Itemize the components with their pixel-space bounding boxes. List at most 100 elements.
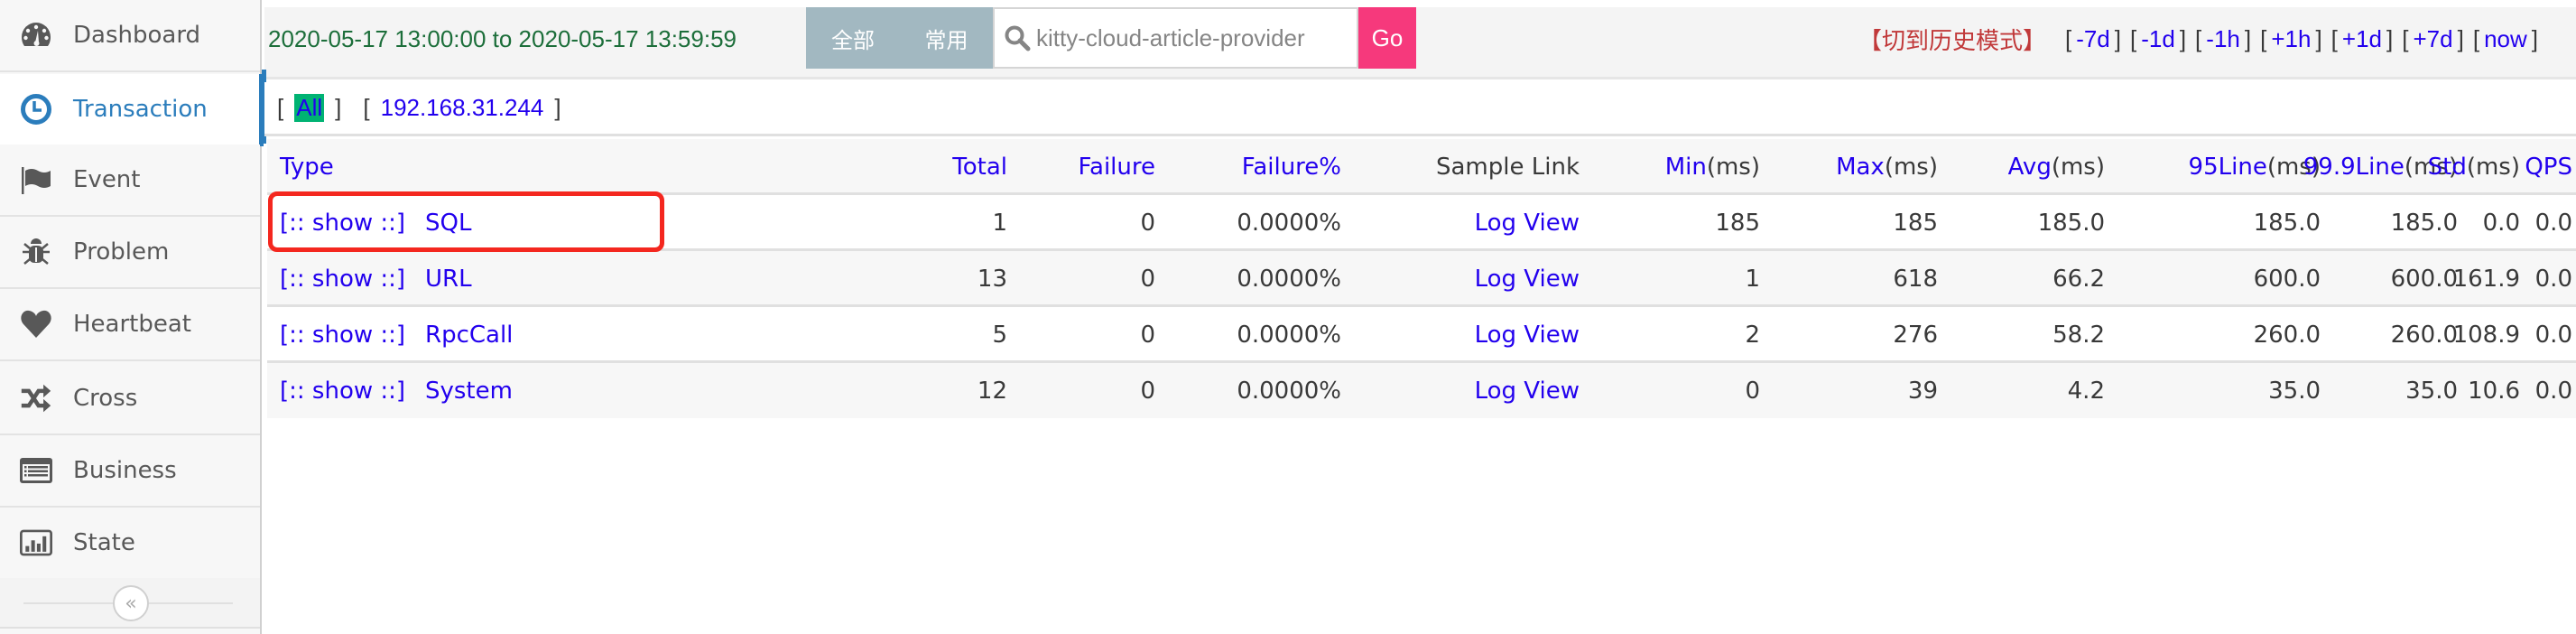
cell-failure: 0 (1140, 266, 1155, 293)
time-link-plus-1h[interactable]: +1h (2271, 25, 2311, 53)
cell-avg: 4.2 (2067, 378, 2105, 405)
cell-min: 1 (1745, 266, 1760, 293)
header-avg-unit: (ms) (2051, 154, 2105, 181)
double-chevron-left-icon: « (125, 592, 137, 615)
cell-failure-pct: 0.0000% (1237, 378, 1341, 405)
sidebar-item-heartbeat[interactable]: Heartbeat (0, 289, 260, 361)
sidebar-item-problem[interactable]: Problem (0, 217, 260, 289)
sidebar-collapse-bar: « (0, 578, 260, 629)
time-link-minus-1d[interactable]: -1d (2141, 25, 2175, 53)
table-row: [:: show ::] RpcCall Log View 5 0 0.0000% 2 276… (267, 307, 2576, 363)
sidebar-item-label: Business (73, 457, 177, 484)
bracket: [ (363, 94, 370, 121)
show-graph-link[interactable]: [:: show ::] (280, 195, 405, 251)
show-graph-link[interactable]: [:: show ::] (280, 251, 405, 307)
type-link[interactable]: URL (425, 251, 472, 307)
time-link-plus-1d[interactable]: +1d (2342, 25, 2382, 53)
bracket: ] (2114, 24, 2121, 52)
bar-chart-icon (20, 527, 52, 559)
bracket: [ (2260, 24, 2267, 52)
time-link-now[interactable]: now (2484, 25, 2527, 53)
cell-avg: 185.0 (2037, 210, 2105, 237)
sidebar-item-label: Dashboard (73, 22, 201, 49)
log-view-link[interactable]: Log View (1475, 363, 1580, 419)
bracket: ] (554, 94, 561, 121)
go-button[interactable]: Go (1358, 7, 1416, 69)
header-std-unit: (ms) (2466, 154, 2520, 181)
header-type[interactable]: Type (280, 139, 334, 195)
header-failure[interactable]: Failure (1078, 139, 1155, 195)
cell-avg: 58.2 (2052, 322, 2105, 349)
cell-999line: 600.0 (2390, 266, 2458, 293)
header-999line-label[interactable]: 99.9Line (2303, 154, 2405, 181)
domain-search-input[interactable] (1036, 23, 1343, 52)
sidebar-item-business[interactable]: Business (0, 435, 260, 508)
cell-999line: 260.0 (2390, 322, 2458, 349)
table-row: [:: show ::] System Log View 12 0 0.0000% 0 39 4… (267, 363, 2576, 418)
cell-qps: 0.0 (2534, 266, 2572, 293)
shuffle-icon (20, 382, 52, 415)
header-avg-label[interactable]: Avg (2008, 154, 2052, 181)
all-domains-button[interactable]: 全部 (806, 7, 900, 69)
header-95line-label[interactable]: 95Line (2189, 154, 2267, 181)
bracket: [ (2330, 24, 2338, 52)
header-min[interactable]: Min(ms) (1665, 139, 1760, 195)
clock-icon (20, 93, 52, 126)
time-link-plus-7d[interactable]: +7d (2413, 25, 2452, 53)
cell-max: 185 (1893, 210, 1938, 237)
header-max-label[interactable]: Max (1836, 154, 1885, 181)
bracket: ] (2179, 24, 2187, 52)
header-total[interactable]: Total (952, 139, 1007, 195)
type-link[interactable]: SQL (425, 195, 471, 251)
show-graph-link[interactable]: [:: show ::] (280, 363, 405, 419)
common-domains-button[interactable]: 常用 (900, 7, 993, 69)
bracket: [ (2064, 24, 2072, 52)
cell-std: 10.6 (2468, 378, 2520, 405)
log-view-link[interactable]: Log View (1475, 251, 1580, 307)
cell-min: 185 (1715, 210, 1760, 237)
header-avg[interactable]: Avg(ms) (2008, 139, 2105, 195)
bracket: [ (2130, 24, 2137, 52)
sidebar-item-state[interactable]: State (0, 508, 260, 580)
search-icon (1005, 25, 1031, 51)
log-view-link[interactable]: Log View (1475, 307, 1580, 363)
ip-filter-address[interactable]: 192.168.31.244 (381, 94, 544, 122)
cell-95line: 260.0 (2253, 322, 2321, 349)
sidebar-item-event[interactable]: Event (0, 145, 260, 217)
time-link-minus-7d[interactable]: -7d (2076, 25, 2110, 53)
switch-history-mode-link[interactable]: 【切到历史模式】 (1858, 23, 2046, 56)
header-qps[interactable]: QPS (2525, 139, 2572, 195)
header-std-label[interactable]: Std (2428, 154, 2467, 181)
cell-std: 108.9 (2452, 322, 2520, 349)
sidebar-item-cross[interactable]: Cross (0, 363, 260, 435)
cell-failure: 0 (1140, 378, 1155, 405)
sidebar: Dashboard Transaction Event Problem Hear… (0, 0, 264, 634)
time-link-minus-1h[interactable]: -1h (2206, 25, 2240, 53)
collapse-sidebar-button[interactable]: « (113, 585, 149, 621)
sidebar-item-label: Cross (73, 385, 138, 412)
sidebar-item-dashboard[interactable]: Dashboard (0, 0, 260, 72)
ip-filter-all[interactable]: All (294, 94, 325, 122)
header-max[interactable]: Max(ms) (1836, 139, 1938, 195)
table-row: [:: show ::] URL Log View 13 0 0.0000% 1 618 66.… (267, 251, 2576, 307)
bracket: ] (2531, 24, 2538, 52)
time-range-label: 2020-05-17 13:00:00 to 2020-05-17 13:59:… (268, 25, 737, 52)
cell-total: 1 (992, 210, 1007, 237)
domain-search-field[interactable] (993, 7, 1358, 69)
sidebar-item-transaction[interactable]: Transaction (0, 74, 264, 146)
log-view-link[interactable]: Log View (1475, 195, 1580, 251)
bracket: [ (2195, 24, 2202, 52)
type-link[interactable]: RpcCall (425, 307, 513, 363)
header-qps-label[interactable]: QPS (2525, 154, 2572, 181)
flag-icon (20, 163, 52, 196)
header-max-unit: (ms) (1884, 154, 1938, 181)
header-std[interactable]: Std(ms) (2428, 139, 2520, 195)
header-min-label[interactable]: Min (1665, 154, 1707, 181)
sidebar-item-label: Heartbeat (73, 311, 191, 338)
sidebar-item-label: Transaction (73, 96, 208, 123)
type-link[interactable]: System (425, 363, 513, 419)
header-failure-pct[interactable]: Failure% (1242, 139, 1341, 195)
header-95line[interactable]: 95Line(ms) (2189, 139, 2321, 195)
show-graph-link[interactable]: [:: show ::] (280, 307, 405, 363)
bracket: ] (2244, 24, 2252, 52)
